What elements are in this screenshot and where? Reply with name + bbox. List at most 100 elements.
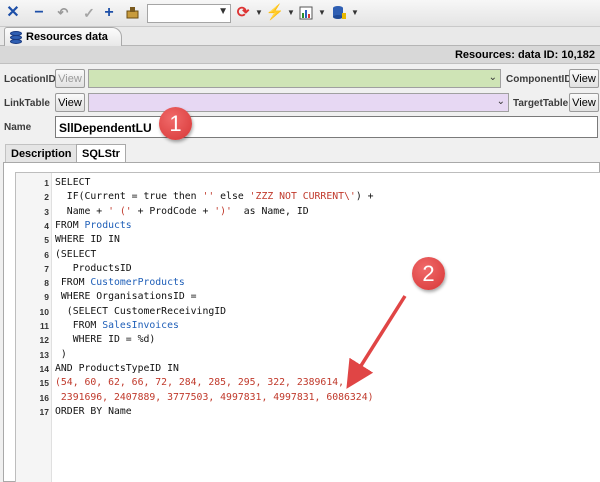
code-token: FROM (55, 219, 85, 231)
undo-icon[interactable]: ↶ (54, 4, 72, 22)
code-line: 11 FROM SalesInvoices (16, 319, 596, 333)
code-token: AND ProductsTypeID IN (55, 362, 179, 374)
code-token: ) + (355, 191, 374, 203)
code-line: 4 FROM Products (16, 219, 596, 233)
code-text: (SELECT CustomerReceivingID (55, 305, 226, 319)
targettable-view-button[interactable]: View (569, 93, 599, 112)
component-view-button[interactable]: View (569, 69, 599, 88)
code-line: 2 IF(Current = true then '' else 'ZZZ NO… (16, 190, 596, 204)
code-token: ')' (214, 205, 232, 217)
code-text: FROM CustomerProducts (55, 276, 185, 290)
code-line: 13 ) (16, 348, 596, 362)
chevron-down-icon[interactable]: ▼ (318, 8, 326, 17)
chevron-down-icon: ▼ (218, 6, 228, 17)
line-number: 3 (44, 206, 49, 217)
record-header: Resources: data ID: 10,182 (0, 46, 600, 64)
close-icon[interactable]: ✕ (4, 4, 22, 22)
line-number: 13 (39, 349, 49, 360)
check-icon[interactable]: ✓ (80, 4, 98, 22)
refresh-icon[interactable]: ⟳ (234, 4, 252, 22)
tab-resources-data[interactable]: Resources data (4, 27, 122, 46)
code-text: FROM Products (55, 219, 132, 233)
line-number: 17 (39, 406, 49, 417)
line-number: 16 (39, 392, 49, 403)
code-token: WHERE ID = %d) (55, 334, 156, 346)
code-text: (54, 60, 62, 66, 72, 284, 285, 295, 322,… (55, 376, 344, 390)
line-number: 2 (44, 192, 49, 203)
tab-sqlstr[interactable]: SQLStr (76, 144, 126, 162)
chevron-down-icon[interactable]: ▼ (287, 8, 295, 17)
code-token: (54, 60, 62, 66, 72, 284, 285, 295, 322,… (55, 377, 345, 389)
resources-id-label: Resources: data ID: 10,182 (454, 49, 595, 61)
code-token: Name + (55, 205, 109, 217)
line-number: 6 (44, 249, 49, 260)
tab-title: Resources data (26, 31, 108, 43)
code-text: WHERE ID = %d) (55, 333, 156, 347)
code-line: 3 Name + ' (' + ProdCode + ')' as Name, … (16, 205, 596, 219)
line-number: 12 (39, 335, 49, 346)
code-token: WHERE OrganisationsID = (55, 291, 197, 303)
code-text: ) (55, 348, 67, 362)
linktable-label: LinkTable (4, 98, 50, 109)
code-token: (SELECT (55, 248, 97, 260)
database-icon (10, 30, 22, 44)
component-label: ComponentID (506, 74, 572, 85)
code-token: FROM (55, 320, 103, 331)
chevron-down-icon[interactable]: ▼ (255, 8, 263, 17)
line-number: 5 (44, 235, 49, 246)
line-number: 8 (44, 278, 49, 289)
code-line: 15 (54, 60, 62, 66, 72, 284, 285, 295, 32… (16, 376, 596, 390)
lightning-icon[interactable]: ⚡ (266, 4, 285, 22)
code-text: Name + ' (' + ProdCode + ')' as Name, ID (55, 205, 309, 219)
name-input[interactable]: SllDependentLU (55, 116, 598, 138)
chevron-down-icon[interactable]: ▼ (351, 8, 359, 17)
line-number: 7 (44, 263, 49, 274)
broom-icon[interactable] (124, 4, 142, 22)
code-token: '' (202, 191, 215, 203)
code-line: 17 ORDER BY Name (16, 405, 596, 419)
chevron-down-icon: ⌄ (488, 72, 497, 83)
code-token: Products (84, 219, 132, 231)
location-view-button[interactable]: View (55, 69, 85, 88)
linktable-view-button[interactable]: View (55, 93, 85, 112)
code-line: 5 WHERE ID IN (16, 233, 596, 247)
location-combo[interactable]: ⌄ (88, 69, 501, 88)
code-text: ProductsID (55, 262, 132, 276)
sql-editor[interactable]: 1 SELECT 2 IF(Current = true then '' else … (15, 172, 600, 482)
code-token: as Name, ID (231, 205, 309, 217)
plus-icon[interactable]: + (100, 4, 118, 22)
code-token: ' (' (108, 205, 132, 217)
code-line: 14 AND ProductsTypeID IN (16, 362, 596, 376)
code-token: FROM (55, 277, 91, 289)
code-token: SELECT (55, 177, 91, 188)
report-icon[interactable] (298, 4, 316, 22)
line-number: 10 (39, 306, 49, 317)
code-token: (SELECT CustomerReceivingID (55, 305, 227, 317)
code-token: IF(Current = true then (55, 191, 203, 203)
line-number: 15 (39, 378, 49, 389)
line-number: 1 (44, 178, 49, 188)
code-token: ProductsID (55, 262, 132, 274)
line-number: 9 (44, 292, 49, 303)
code-token: 'ZZZ NOT CURRENT\' (249, 191, 356, 203)
code-token: CustomerProducts (90, 277, 185, 289)
code-token: else (214, 191, 250, 203)
code-line: 10 (SELECT CustomerReceivingID (16, 305, 596, 319)
code-token: ORDER BY Name (55, 405, 132, 417)
linktable-combo[interactable]: ⌄ (88, 93, 509, 112)
code-text: FROM SalesInvoices (55, 319, 179, 333)
code-line: 6 (SELECT (16, 248, 596, 262)
database-export-icon[interactable] (330, 4, 348, 22)
code-text: WHERE OrganisationsID = (55, 290, 197, 304)
code-token: SalesInvoices (102, 320, 179, 331)
code-line: 12 WHERE ID = %d) (16, 333, 596, 347)
code-text: SELECT (55, 176, 90, 190)
location-label: LocationID (4, 74, 56, 85)
toolbar-combo[interactable]: ▼ (147, 4, 231, 23)
tab-description[interactable]: Description (5, 144, 78, 162)
code-line: 9 WHERE OrganisationsID = (16, 290, 596, 304)
code-text: WHERE ID IN (55, 233, 120, 247)
minus-icon[interactable]: − (30, 4, 48, 22)
document-tabstrip: Resources data (0, 27, 600, 46)
code-text: 2391696, 2407889, 3777503, 4997831, 4997… (55, 391, 374, 405)
